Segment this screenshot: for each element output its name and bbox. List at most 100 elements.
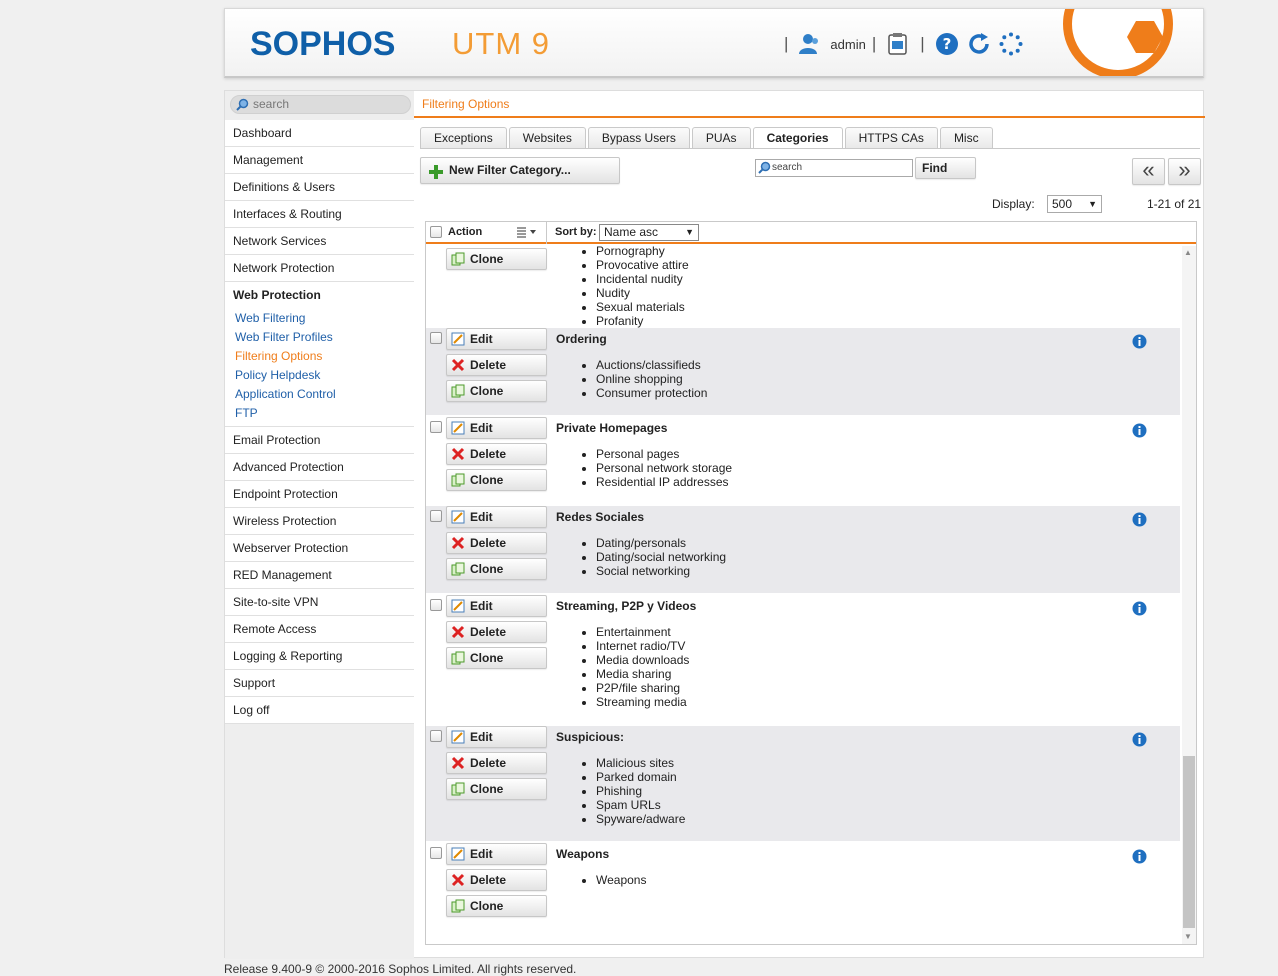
scroll-down-icon[interactable]: ▼: [1184, 932, 1192, 941]
list-scrollbar[interactable]: ▲ ▼: [1182, 246, 1196, 944]
find-button[interactable]: Find: [915, 157, 976, 179]
sidebar-item-remote-access[interactable]: Remote Access: [225, 616, 414, 643]
svg-text:?: ?: [942, 35, 951, 53]
clone-button[interactable]: Clone: [446, 248, 547, 270]
info-icon[interactable]: [1132, 849, 1147, 867]
column-menu-icon[interactable]: [516, 225, 540, 242]
tab-categories[interactable]: Categories: [752, 127, 843, 148]
sidebar-item-red-management[interactable]: RED Management: [225, 562, 414, 589]
sidebar-search-input[interactable]: search: [230, 95, 411, 114]
delete-button[interactable]: Delete: [446, 621, 547, 643]
delete-icon: [451, 756, 465, 776]
tab-bar: Exceptions Websites Bypass Users PUAs Catego…: [420, 127, 995, 148]
sidebar-item-advanced-protection[interactable]: Advanced Protection: [225, 454, 414, 481]
sidebar-subitem-application-control[interactable]: Application Control: [225, 385, 414, 404]
previous-page-button[interactable]: «: [1132, 158, 1165, 185]
sidebar-item-endpoint-protection[interactable]: Endpoint Protection: [225, 481, 414, 508]
help-icon[interactable]: ?: [935, 32, 959, 56]
delete-button[interactable]: Delete: [446, 869, 547, 891]
reload-icon[interactable]: [967, 32, 991, 56]
category-search-input[interactable]: search: [755, 159, 913, 177]
category-items: Weapons: [576, 873, 646, 887]
sort-label: Sort by:: [555, 226, 597, 238]
clone-button[interactable]: Clone: [446, 778, 547, 800]
sidebar-item-webserver-protection[interactable]: Webserver Protection: [225, 535, 414, 562]
row-checkbox[interactable]: [430, 510, 442, 522]
info-icon[interactable]: [1132, 732, 1147, 750]
clipboard-icon[interactable]: [886, 32, 910, 56]
sidebar-item-management[interactable]: Management: [225, 147, 414, 174]
sidebar-subitem-filtering-options[interactable]: Filtering Options: [225, 347, 414, 366]
edit-button[interactable]: Edit: [446, 506, 547, 528]
info-icon[interactable]: [1132, 423, 1147, 441]
clone-button[interactable]: Clone: [446, 380, 547, 402]
row-checkbox[interactable]: [430, 332, 442, 344]
tab-https-cas[interactable]: HTTPS CAs: [844, 127, 938, 148]
tab-websites[interactable]: Websites: [508, 127, 586, 148]
category-title[interactable]: Private Homepages: [556, 421, 667, 435]
sort-select[interactable]: Name asc ▼: [599, 224, 699, 241]
clone-icon: [451, 899, 465, 919]
sidebar-item-network-protection[interactable]: Network Protection: [225, 255, 414, 282]
category-title[interactable]: Weapons: [556, 847, 609, 861]
edit-button[interactable]: Edit: [446, 726, 547, 748]
delete-button[interactable]: Delete: [446, 752, 547, 774]
category-title[interactable]: Suspicious:: [556, 730, 624, 744]
category-item: Personal network storage: [596, 461, 732, 475]
delete-button[interactable]: Delete: [446, 354, 547, 376]
sidebar-item-network-services[interactable]: Network Services: [225, 228, 414, 255]
sidebar-item-support[interactable]: Support: [225, 670, 414, 697]
sidebar-item-site-to-site-vpn[interactable]: Site-to-site VPN: [225, 589, 414, 616]
plus-icon: [429, 163, 443, 188]
sidebar-item-interfaces-routing[interactable]: Interfaces & Routing: [225, 201, 414, 228]
sidebar-subitem-ftp[interactable]: FTP: [225, 404, 414, 423]
clone-button[interactable]: Clone: [446, 895, 547, 917]
scrollbar-thumb[interactable]: [1183, 756, 1195, 928]
tab-bypass-users[interactable]: Bypass Users: [587, 127, 690, 148]
sidebar-subitem-web-filtering[interactable]: Web Filtering: [225, 309, 414, 328]
tab-puas[interactable]: PUAs: [691, 127, 751, 148]
sidebar-item-log-off[interactable]: Log off: [225, 697, 414, 724]
category-item: Phishing: [596, 784, 685, 798]
sidebar-item-wireless-protection[interactable]: Wireless Protection: [225, 508, 414, 535]
sidebar-item-dashboard[interactable]: Dashboard: [225, 120, 414, 147]
row-checkbox[interactable]: [430, 847, 442, 859]
separator: |: [871, 34, 877, 53]
sidebar-item-definitions-users[interactable]: Definitions & Users: [225, 174, 414, 201]
admin-user-link[interactable]: admin: [830, 37, 865, 52]
sidebar-subitem-web-filter-profiles[interactable]: Web Filter Profiles: [225, 328, 414, 347]
select-all-checkbox[interactable]: [430, 226, 442, 238]
category-title[interactable]: Streaming, P2P y Videos: [556, 599, 696, 613]
category-item: Parked domain: [596, 770, 685, 784]
info-icon[interactable]: [1132, 512, 1147, 530]
category-title[interactable]: Redes Sociales: [556, 510, 644, 524]
sidebar-item-email-protection[interactable]: Email Protection: [225, 427, 414, 454]
clone-button[interactable]: Clone: [446, 647, 547, 669]
row-checkbox[interactable]: [430, 421, 442, 433]
edit-button[interactable]: Edit: [446, 595, 547, 617]
sidebar-subitem-policy-helpdesk[interactable]: Policy Helpdesk: [225, 366, 414, 385]
delete-button[interactable]: Delete: [446, 443, 547, 465]
row-checkbox[interactable]: [430, 599, 442, 611]
info-icon[interactable]: [1132, 601, 1147, 619]
delete-button[interactable]: Delete: [446, 532, 547, 554]
next-page-button[interactable]: »: [1168, 158, 1201, 185]
user-icon[interactable]: [798, 32, 822, 56]
clone-button[interactable]: Clone: [446, 469, 547, 491]
clone-button-label: Clone: [470, 562, 504, 576]
info-icon[interactable]: [1132, 334, 1147, 352]
category-title[interactable]: Ordering: [556, 332, 607, 346]
list-item: DeleteClonePornographyProvocative attire…: [426, 246, 1180, 328]
scroll-up-icon[interactable]: ▲: [1184, 248, 1192, 257]
sidebar-item-web-protection[interactable]: Web Protection: [225, 282, 414, 309]
sidebar-item-logging-reporting[interactable]: Logging & Reporting: [225, 643, 414, 670]
row-checkbox[interactable]: [430, 730, 442, 742]
clone-button[interactable]: Clone: [446, 558, 547, 580]
display-count-select[interactable]: 500 ▼: [1047, 195, 1102, 213]
new-filter-category-button[interactable]: New Filter Category...: [420, 157, 620, 184]
tab-misc[interactable]: Misc: [939, 127, 993, 148]
edit-button[interactable]: Edit: [446, 843, 547, 865]
tab-exceptions[interactable]: Exceptions: [420, 127, 507, 148]
edit-button[interactable]: Edit: [446, 417, 547, 439]
edit-button[interactable]: Edit: [446, 328, 547, 350]
